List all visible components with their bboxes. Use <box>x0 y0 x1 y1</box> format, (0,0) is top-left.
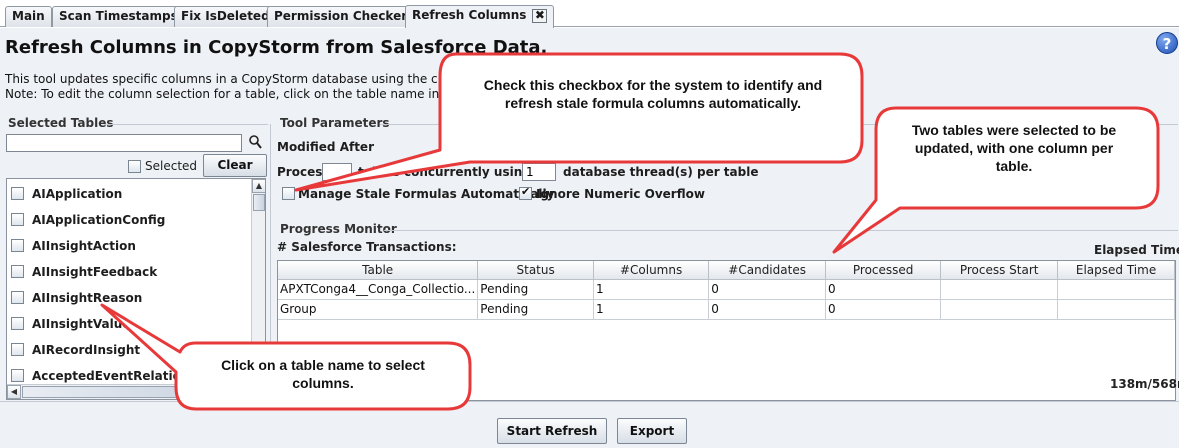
callout-tables-note: Two tables were selected to be updated, … <box>911 122 1117 174</box>
callout-bubble <box>294 52 864 192</box>
callout-layer <box>100 52 1160 411</box>
callout-checkbox-note: Check this checkbox for the system to id… <box>483 77 823 111</box>
callout-click-note: Click on a table name to select columns. <box>221 357 425 391</box>
